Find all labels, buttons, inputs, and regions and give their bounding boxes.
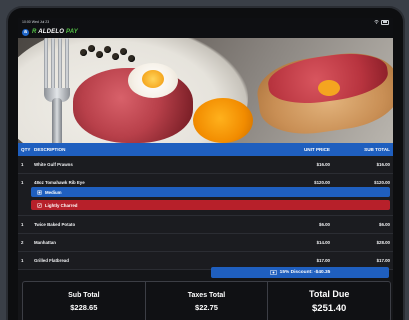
header-description: DESCRIPTION [34, 147, 66, 152]
row-sub-total: $16.00 [376, 162, 390, 167]
row-qty: 1 [21, 222, 24, 227]
row-qty: 1 [21, 162, 24, 167]
modifier-label: Medium [45, 189, 62, 195]
row-unit-price: $16.00 [316, 162, 330, 167]
taxes-box: Taxes Total $22.75 [146, 282, 269, 320]
egg-yolk-shape [142, 70, 164, 88]
modifier-medium[interactable]: Medium [31, 187, 390, 197]
subtotal-label: Sub Total [68, 291, 100, 299]
yolk-spill-shape [193, 98, 253, 143]
row-unit-price: $120.00 [314, 180, 330, 185]
tablet-frame: 10:00 Wed Jul 23 a R ALDELO PAY QTY DESC… [8, 8, 403, 320]
row-description: Manhattan [34, 240, 56, 245]
wifi-icon [374, 20, 379, 24]
header-unit-price: UNIT PRICE [303, 147, 330, 152]
subtotal-value: $228.65 [70, 302, 98, 312]
row-description: 48oz Tomahawk Rib Eye [34, 180, 85, 185]
row-description: Twice Baked Potato [34, 222, 76, 227]
taxes-value: $22.75 [195, 302, 218, 312]
row-sub-total: $120.00 [374, 180, 390, 185]
edit-note-icon [37, 202, 42, 208]
bread-yolk-shape [318, 80, 340, 96]
row-qty: 1 [21, 180, 24, 185]
row-unit-price: $17.00 [316, 258, 330, 263]
order-table-header: QTY DESCRIPTION UNIT PRICE SUB TOTAL [18, 143, 393, 156]
hero-food-image [18, 38, 393, 143]
tablet-screen: 10:00 Wed Jul 23 a R ALDELO PAY QTY DESC… [18, 18, 393, 320]
brand-name: R ALDELO PAY [32, 29, 78, 35]
fork-shape [40, 38, 74, 143]
status-icons [374, 19, 389, 25]
row-qty: 1 [21, 258, 24, 263]
totals-panel: Sub Total $228.65 Taxes Total $22.75 Tot… [22, 281, 391, 320]
taxes-label: Taxes Total [187, 291, 226, 299]
row-sub-total: $28.00 [376, 240, 390, 245]
row-sub-total: $17.00 [376, 258, 390, 263]
row-description: Grilled Flatbread [34, 258, 69, 263]
app-logo-icon: a [22, 28, 29, 36]
table-row[interactable]: 2 Manhattan $14.00 $28.00 [18, 234, 393, 252]
row-sub-total: $6.00 [379, 222, 390, 227]
total-due-label: Total Due [309, 289, 350, 299]
total-due-box: Total Due $251.40 [268, 282, 390, 320]
modifier-label: Lightly Charred [45, 202, 78, 208]
discount-label: 15% Discount: -$40.35 [279, 270, 331, 275]
row-qty: 2 [21, 240, 24, 245]
thermometer-icon [37, 189, 42, 195]
status-bar: 10:00 Wed Jul 23 [18, 18, 393, 26]
discount-banner[interactable]: 15% Discount: -$40.35 [211, 267, 389, 278]
brand-prefix: ALDELO [38, 29, 66, 35]
order-items-list: 1 White Gulf Prawns $16.00 $16.00 1 48oz… [18, 156, 393, 270]
capers-shape [78, 43, 138, 65]
total-due-value: $251.40 [312, 303, 347, 314]
brand-pay: PAY [65, 29, 78, 35]
header-qty: QTY [21, 147, 31, 152]
header-sub-total: SUB TOTAL [364, 147, 390, 152]
status-time: 10:00 Wed Jul 23 [22, 20, 50, 24]
table-row[interactable]: 1 Twice Baked Potato $6.00 $6.00 [18, 216, 393, 234]
modifier-list: Medium Lightly Charred [18, 186, 393, 216]
modifier-lightly-charred[interactable]: Lightly Charred [31, 200, 390, 210]
row-description: White Gulf Prawns [34, 162, 73, 167]
table-row[interactable]: 1 White Gulf Prawns $16.00 $16.00 [18, 156, 393, 174]
app-bar: a R ALDELO PAY [18, 26, 393, 38]
row-unit-price: $6.00 [319, 222, 330, 227]
subtotal-box: Sub Total $228.65 [23, 282, 146, 320]
table-row[interactable]: 1 48oz Tomahawk Rib Eye $120.00 $120.00 [18, 174, 393, 186]
discount-tag-icon [269, 270, 277, 275]
row-unit-price: $14.00 [316, 240, 330, 245]
battery-icon [381, 19, 389, 25]
